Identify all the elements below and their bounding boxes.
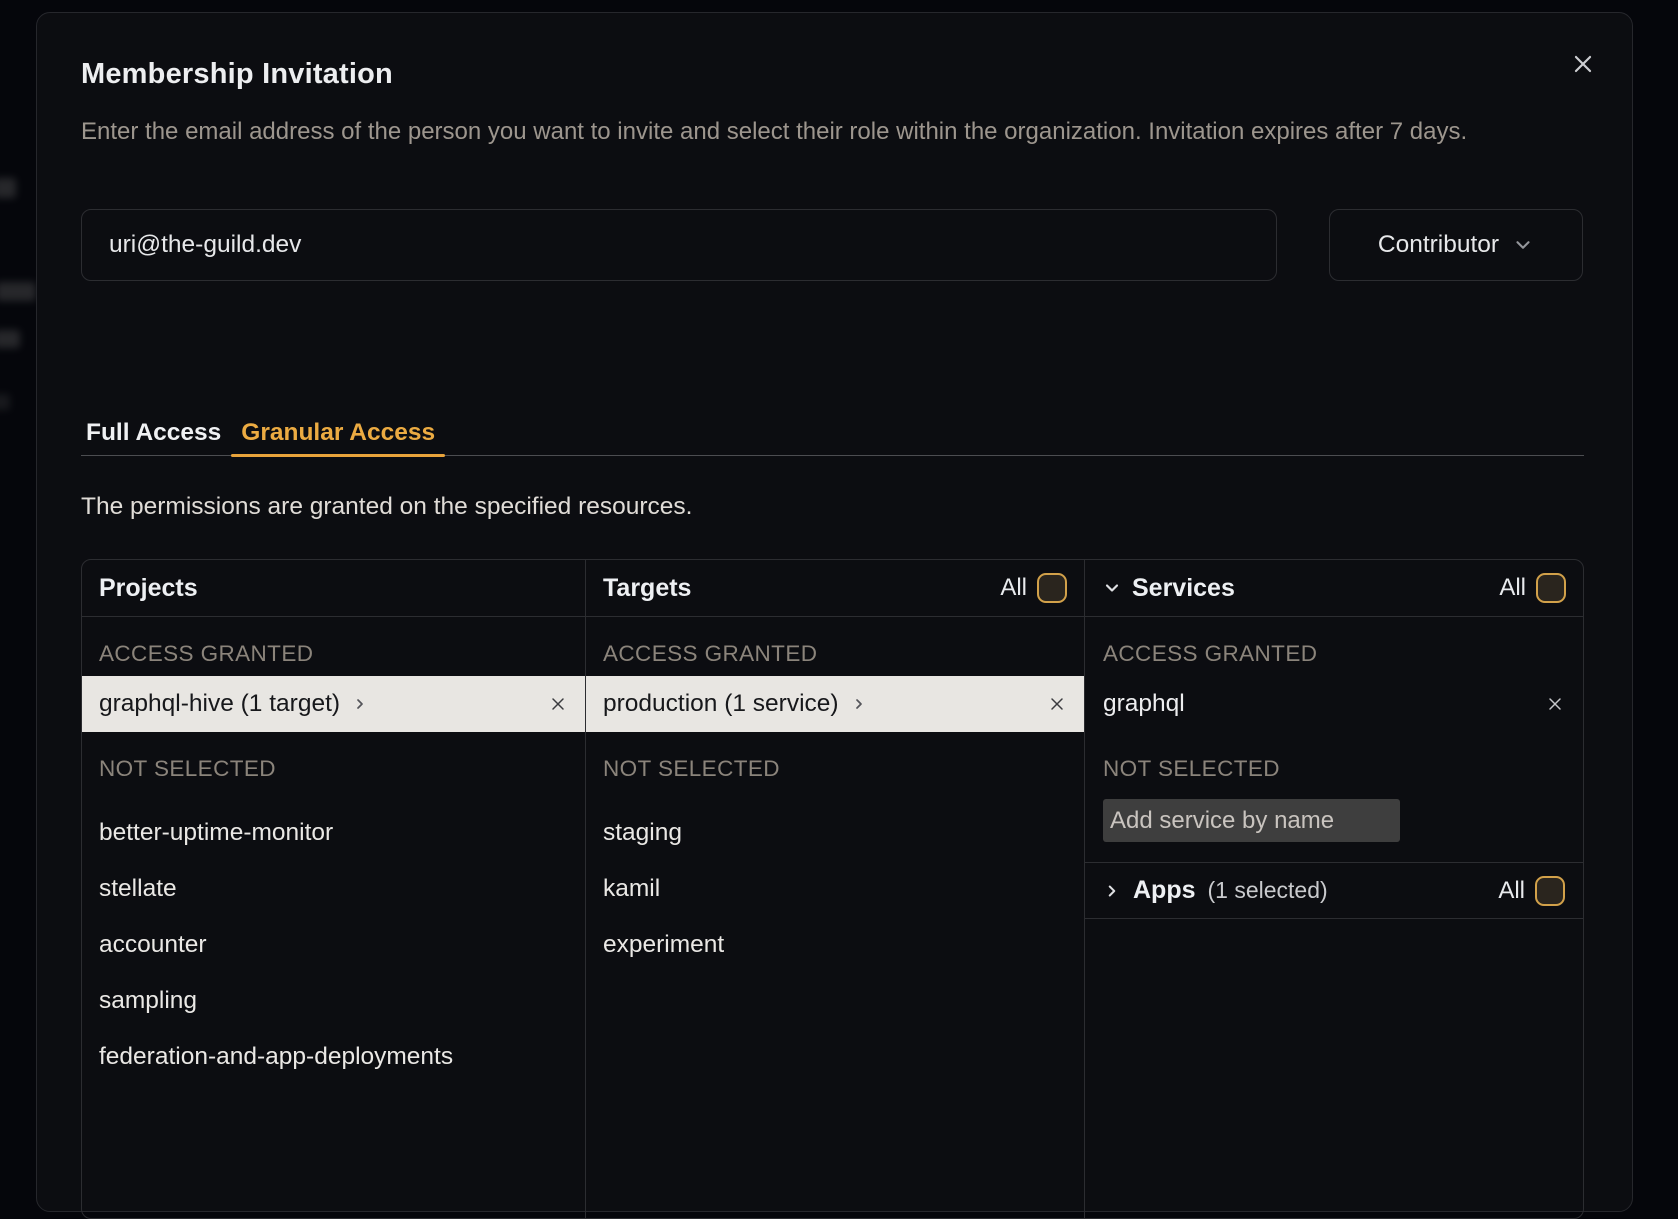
apps-all-label: All xyxy=(1498,877,1525,905)
background-artifact xyxy=(0,394,10,410)
apps-selected-count: (1 selected) xyxy=(1208,877,1328,904)
targets-header: Targets All xyxy=(586,560,1084,617)
services-all-label: All xyxy=(1499,574,1526,602)
background-artifact xyxy=(0,282,36,301)
close-icon xyxy=(1570,51,1596,77)
targets-title: Targets xyxy=(603,574,691,603)
remove-project-button[interactable] xyxy=(548,694,568,714)
project-item[interactable]: stellate xyxy=(82,861,585,917)
apps-all-group: All xyxy=(1498,876,1565,906)
targets-access-granted-label: ACCESS GRANTED xyxy=(603,642,1067,666)
chevron-down-icon xyxy=(1102,578,1122,598)
email-input[interactable] xyxy=(81,209,1277,281)
granted-service-row[interactable]: graphql xyxy=(1085,676,1583,732)
targets-all-label: All xyxy=(1000,574,1027,602)
remove-target-button[interactable] xyxy=(1047,694,1067,714)
dialog-title: Membership Invitation xyxy=(81,58,393,91)
services-column: Services All ACCESS GRANTED graphql NOT xyxy=(1084,560,1583,1218)
x-icon xyxy=(1047,694,1067,714)
apps-title: Apps xyxy=(1133,876,1196,905)
project-item[interactable]: accounter xyxy=(82,917,585,973)
target-item[interactable]: experiment xyxy=(586,917,1084,973)
chevron-right-icon xyxy=(352,696,368,712)
access-tabs: Full Access Granular Access xyxy=(81,411,1584,456)
x-icon xyxy=(1545,694,1565,714)
granted-project-row[interactable]: graphql-hive (1 target) xyxy=(82,676,585,732)
granted-project-label: graphql-hive (1 target) xyxy=(99,690,340,718)
projects-title: Projects xyxy=(99,574,198,603)
add-service-input[interactable] xyxy=(1103,799,1400,842)
chevron-right-icon xyxy=(851,696,867,712)
membership-invitation-dialog: Membership Invitation Enter the email ad… xyxy=(36,12,1633,1212)
project-item[interactable]: sampling xyxy=(82,973,585,1029)
services-header[interactable]: Services All xyxy=(1085,560,1583,617)
project-item[interactable]: federation-and-app-deployments xyxy=(82,1029,585,1085)
invite-form-row: Contributor xyxy=(81,209,1583,281)
tab-granular-access[interactable]: Granular Access xyxy=(231,411,445,455)
projects-list: better-uptime-monitor stellate accounter… xyxy=(82,805,585,1085)
background-artifact xyxy=(0,178,16,198)
permissions-note: The permissions are granted on the speci… xyxy=(81,493,692,521)
background-artifact xyxy=(0,330,20,348)
target-item[interactable]: staging xyxy=(586,805,1084,861)
close-button[interactable] xyxy=(1566,47,1600,81)
role-select[interactable]: Contributor xyxy=(1329,209,1583,281)
chevron-right-icon xyxy=(1103,882,1121,900)
projects-access-granted-label: ACCESS GRANTED xyxy=(99,642,568,666)
apps-section-header[interactable]: Apps (1 selected) All xyxy=(1085,862,1583,919)
granted-target-row[interactable]: production (1 service) xyxy=(586,676,1084,732)
services-title: Services xyxy=(1132,574,1235,603)
targets-column: Targets All ACCESS GRANTED production (1… xyxy=(585,560,1084,1218)
granted-service-label: graphql xyxy=(1103,690,1185,718)
dialog-description: Enter the email address of the person yo… xyxy=(81,113,1597,150)
projects-header: Projects xyxy=(82,560,585,617)
role-select-value: Contributor xyxy=(1378,231,1499,259)
remove-service-button[interactable] xyxy=(1545,694,1565,714)
project-item[interactable]: better-uptime-monitor xyxy=(82,805,585,861)
targets-list: staging kamil experiment xyxy=(586,805,1084,973)
granted-target-label: production (1 service) xyxy=(603,690,839,718)
resource-picker: Projects ACCESS GRANTED graphql-hive (1 … xyxy=(81,559,1584,1219)
targets-all-group: All xyxy=(1000,573,1067,603)
services-all-group: All xyxy=(1499,573,1566,603)
projects-not-selected-label: NOT SELECTED xyxy=(99,757,568,781)
tab-full-access[interactable]: Full Access xyxy=(81,411,231,455)
targets-all-checkbox[interactable] xyxy=(1037,573,1067,603)
chevron-down-icon xyxy=(1512,234,1534,256)
services-all-checkbox[interactable] xyxy=(1536,573,1566,603)
projects-column: Projects ACCESS GRANTED graphql-hive (1 … xyxy=(82,560,585,1218)
target-item[interactable]: kamil xyxy=(586,861,1084,917)
targets-not-selected-label: NOT SELECTED xyxy=(603,757,1067,781)
x-icon xyxy=(548,694,568,714)
services-not-selected-label: NOT SELECTED xyxy=(1103,757,1566,781)
apps-all-checkbox[interactable] xyxy=(1535,876,1565,906)
services-access-granted-label: ACCESS GRANTED xyxy=(1103,642,1566,666)
